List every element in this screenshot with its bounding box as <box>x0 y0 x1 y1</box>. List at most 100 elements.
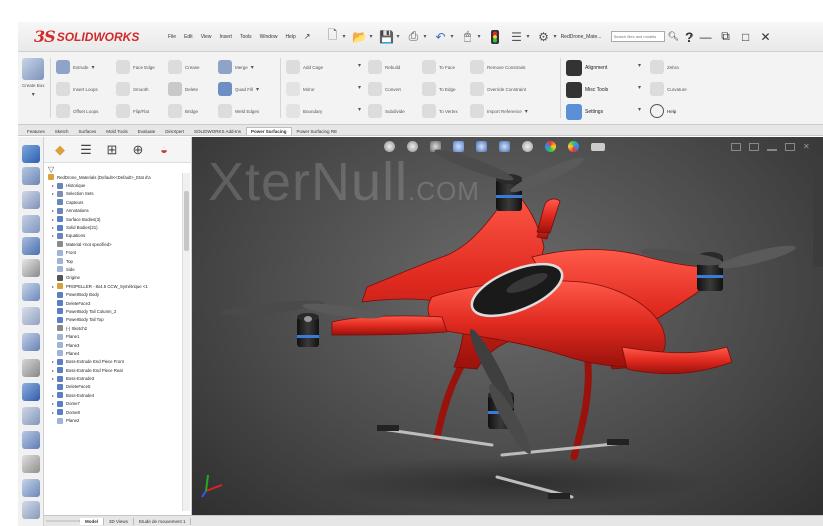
chevron-down-icon[interactable]: ▾ <box>251 64 254 71</box>
smooth-button[interactable]: Smooth <box>116 82 149 96</box>
chevron-down-icon[interactable]: ▾ <box>32 91 35 98</box>
tree-node[interactable]: PowerBody Tail Column_2 <box>48 307 188 315</box>
rebuild-traffic-light-icon[interactable] <box>487 29 503 45</box>
maximize-icon[interactable]: □ <box>739 30 753 44</box>
chamfer-tool-icon[interactable] <box>22 283 40 301</box>
tab-evaluate[interactable]: Evaluate <box>133 127 161 135</box>
tab-model[interactable]: Model <box>80 517 104 525</box>
extrude-button[interactable]: Extrude ▾ <box>56 60 95 74</box>
chevron-down-icon[interactable]: ▾ <box>478 33 481 40</box>
import-reference-button[interactable]: Import Reference ▾ <box>470 104 528 118</box>
tab-features[interactable]: Features <box>22 127 50 135</box>
menu-tools[interactable]: Tools <box>240 34 252 40</box>
tab-motion-study[interactable]: Etude de mouvement 1 <box>134 517 192 525</box>
tree-root[interactable]: RedDrone_Materials (Default<<Default>_Et… <box>48 173 188 181</box>
tree-node[interactable]: ▸ Boss-Extrude4 <box>48 391 188 399</box>
to-face-button[interactable]: To Face <box>422 60 455 74</box>
remove-constraint-button[interactable]: Remove Constraint <box>470 60 526 74</box>
override-constraint-button[interactable]: Override Constraint <box>470 82 526 96</box>
tree-node[interactable]: ▸ Annotations <box>48 207 188 215</box>
tab-dimxpert[interactable]: DimXpert <box>160 127 189 135</box>
chevron-down-icon[interactable]: ▾ <box>638 106 641 113</box>
hole-tool-icon[interactable] <box>22 431 40 449</box>
pin-icon[interactable]: ↗ <box>304 32 311 41</box>
chevron-down-icon[interactable]: ▾ <box>527 33 530 40</box>
feature-tree-scrollbar[interactable] <box>182 173 190 511</box>
minimize-icon[interactable]: — <box>699 30 713 44</box>
tree-node[interactable]: Plane3 <box>48 341 188 349</box>
menu-view[interactable]: View <box>201 34 212 40</box>
tab-sketch[interactable]: Sketch <box>50 127 74 135</box>
chevron-down-icon[interactable]: ▾ <box>396 33 399 40</box>
weld-edges-button[interactable]: Weld Edges <box>218 104 259 118</box>
chevron-down-icon[interactable]: ▾ <box>451 33 454 40</box>
tree-node[interactable]: DeleteFace3 <box>48 299 188 307</box>
to-vertex-button[interactable]: To Vertex <box>422 104 458 118</box>
convert-button[interactable]: Convert <box>368 82 401 96</box>
mirror-button[interactable]: Mirror <box>286 82 315 96</box>
offset-loops-button[interactable]: Offset Loops <box>56 104 98 118</box>
tree-node[interactable]: Material <not specified> <box>48 240 188 248</box>
settings-button[interactable]: Settings <box>566 104 603 120</box>
tree-node[interactable]: Plane2 <box>48 416 188 424</box>
open-folder-icon[interactable]: 📂 <box>351 29 367 45</box>
tree-node[interactable]: ▸ Boss-Extrude End Piece Front <box>48 358 188 366</box>
zebra-button[interactable]: Zebra <box>650 60 679 74</box>
file-properties-icon[interactable]: ☰ <box>509 29 525 45</box>
tree-node[interactable]: DeleteFace5 <box>48 383 188 391</box>
tab-power-surfacing[interactable]: Power Surfacing <box>246 127 292 135</box>
tree-node[interactable]: ▸ Boss-Extrude End Piece Rear <box>48 366 188 374</box>
tree-node[interactable]: ▸ PROPELLER - 8x4.5 CCW_Symétrique <1 <box>48 282 188 290</box>
new-document-icon[interactable]: 🗋 <box>324 28 340 45</box>
tree-node[interactable]: Capteurs <box>48 198 188 206</box>
delete-button[interactable]: Delete <box>168 82 198 96</box>
curves-tool-icon[interactable] <box>22 455 40 473</box>
to-edge-button[interactable]: To Edge <box>422 82 456 96</box>
merge-button[interactable]: Merge ▾ <box>218 60 254 74</box>
chevron-down-icon[interactable]: ▾ <box>525 108 528 115</box>
save-icon[interactable]: 💾 <box>378 29 394 45</box>
print-icon[interactable]: ⎙ <box>405 29 421 45</box>
solidworks-logo[interactable]: 3S SOLIDWORKS <box>34 27 158 46</box>
tree-node[interactable]: Front <box>48 249 188 257</box>
mirror-tool-icon[interactable] <box>22 407 40 425</box>
chevron-down-icon[interactable]: ▾ <box>358 62 361 69</box>
alignment-button[interactable]: Alignment <box>566 60 607 76</box>
options-gear-icon[interactable]: ⚙ <box>536 29 552 45</box>
bridge-button[interactable]: Bridge <box>168 104 198 118</box>
tree-node[interactable]: Side <box>48 265 188 273</box>
tree-node[interactable]: ▸ Dome7 <box>48 400 188 408</box>
menu-help[interactable]: Help <box>285 34 295 40</box>
chevron-down-icon[interactable]: ▾ <box>638 62 641 69</box>
instant3d-tool-icon[interactable] <box>22 501 40 519</box>
add-cage-button[interactable]: Add Cage <box>286 60 323 74</box>
quad-fill-button[interactable]: Quad Fill ▾ <box>218 82 259 96</box>
face-edge-button[interactable]: Face Edge <box>116 60 155 74</box>
insert-loops-button[interactable]: Insert Loops <box>56 82 98 96</box>
search-input[interactable]: Search files and models <box>610 31 665 42</box>
chevron-down-icon[interactable]: ▾ <box>638 84 641 91</box>
tree-node[interactable]: ▸ Dome8 <box>48 408 188 416</box>
search-icon[interactable]: 🔍︎ <box>668 31 679 42</box>
tree-node[interactable]: ▸ Boss-Extrude3 <box>48 374 188 382</box>
tree-node[interactable]: ▸ Solid Bodies(21) <box>48 223 188 231</box>
pattern-tool-icon[interactable] <box>22 383 40 401</box>
flip-flat-button[interactable]: Flip/Flat <box>116 104 149 118</box>
tab-solidworks-add-ins[interactable]: SOLIDWORKS Add-Ins <box>189 127 246 135</box>
tree-node[interactable]: Plane4 <box>48 349 188 357</box>
tree-node[interactable]: PowerBody Body <box>48 290 188 298</box>
tree-node[interactable]: ▸ Selection Sets <box>48 190 188 198</box>
loft-tool-icon[interactable] <box>22 215 40 233</box>
menu-edit[interactable]: Edit <box>184 34 193 40</box>
rebuild-button[interactable]: Rebuild <box>368 60 400 74</box>
tree-node[interactable]: Top <box>48 257 188 265</box>
graphics-area[interactable]: XterNull.COM ✕ <box>192 137 823 515</box>
draft-tool-icon[interactable] <box>22 333 40 351</box>
crease-button[interactable]: Crease <box>168 60 200 74</box>
menu-file[interactable]: File <box>168 34 176 40</box>
extrude-tool-icon[interactable] <box>22 145 40 163</box>
chevron-down-icon[interactable]: ▾ <box>554 33 557 40</box>
fillet-tool-icon[interactable] <box>22 259 40 277</box>
revolve-tool-icon[interactable] <box>22 167 40 185</box>
tree-node[interactable]: PowerBody Tail Top <box>48 316 188 324</box>
